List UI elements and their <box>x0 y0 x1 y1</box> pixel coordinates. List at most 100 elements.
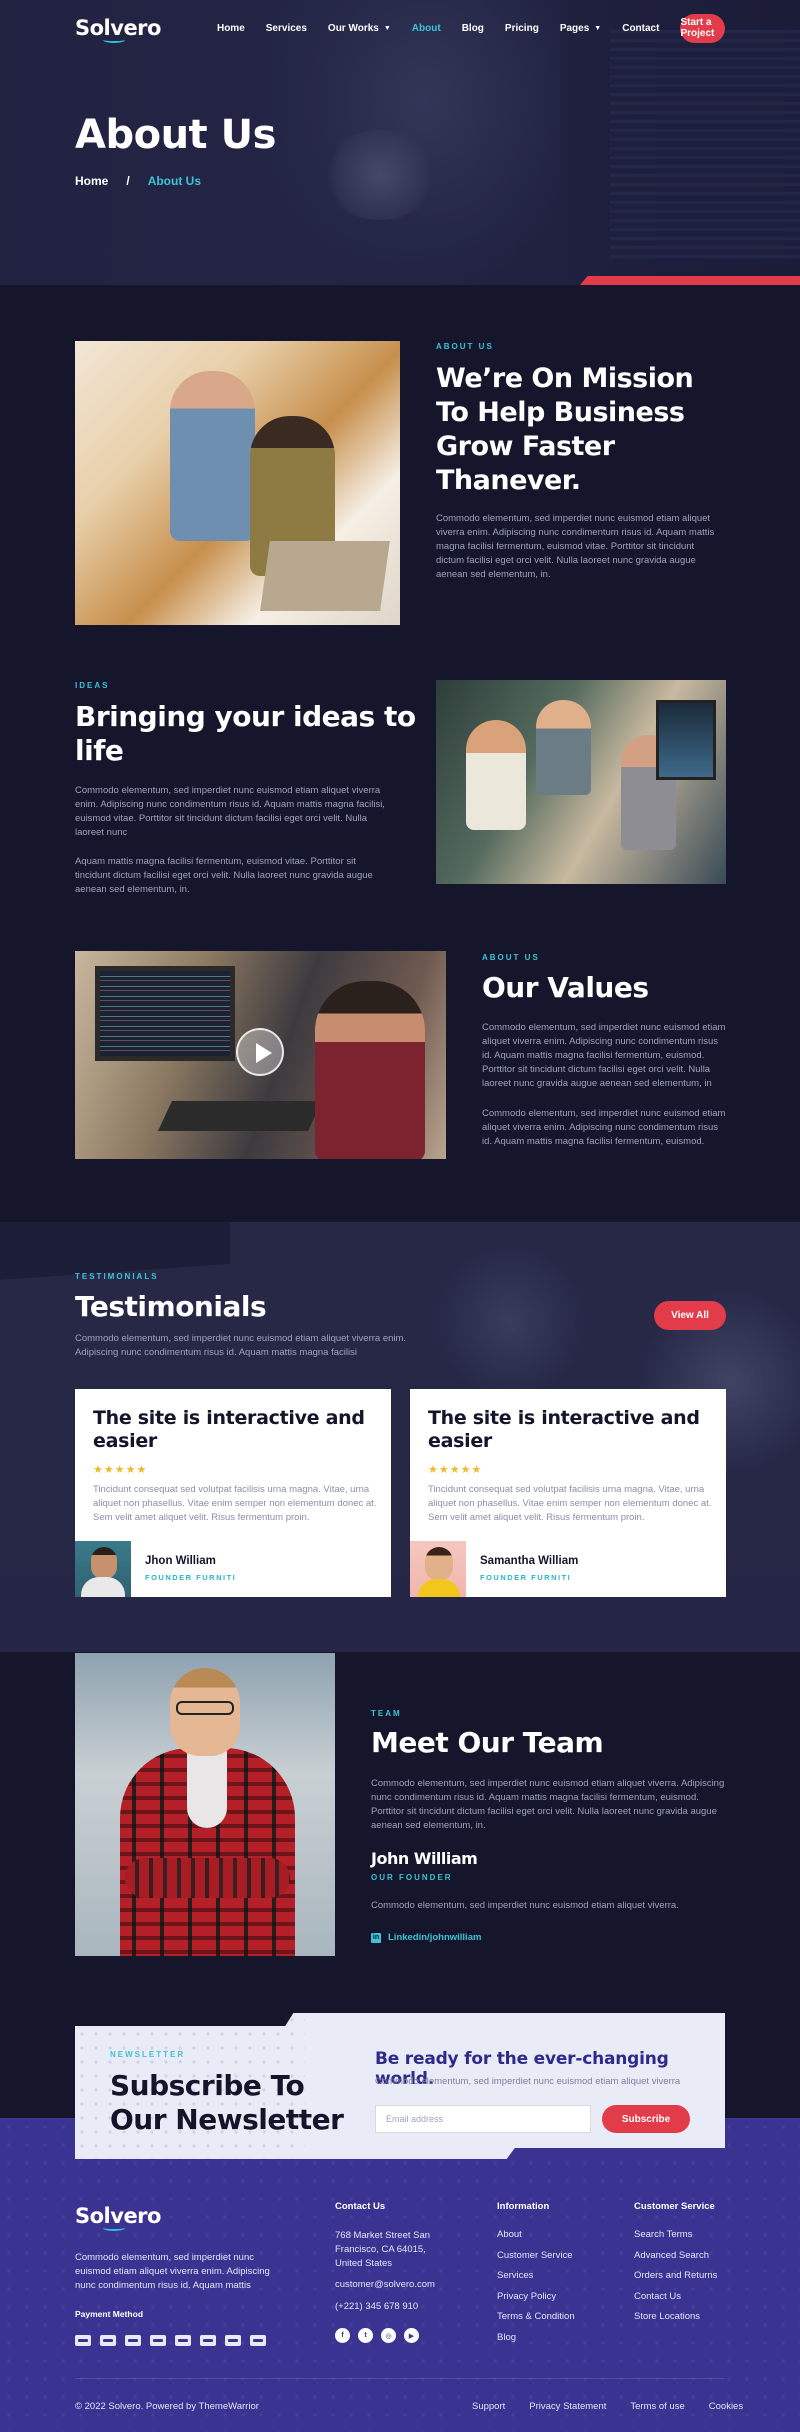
instagram-icon[interactable]: ◎ <box>381 2328 396 2343</box>
footer-link-about[interactable]: About <box>497 2229 575 2240</box>
logo-swoosh-icon <box>103 2225 125 2231</box>
mastercard-icon <box>100 2335 116 2346</box>
youtube-icon[interactable]: ▶ <box>404 2328 419 2343</box>
newsletter-heading: Subscribe To Our Newsletter <box>110 2069 344 2137</box>
photo-person <box>536 700 591 795</box>
email-input[interactable]: Email address <box>375 2105 591 2133</box>
play-icon[interactable] <box>236 1028 284 1076</box>
visa-icon <box>75 2335 91 2346</box>
values-text-1: Commodo elementum, sed imperdiet nunc eu… <box>482 1022 726 1089</box>
main-menu: Home Services Our Works ▼ About Blog Pric… <box>217 23 680 34</box>
mission-heading-line: We’re On Mission <box>436 363 694 394</box>
newsletter-eyebrow: NEWSLETTER <box>110 2050 186 2059</box>
customer-service-links: Search Terms Advanced Search Orders and … <box>634 2229 717 2322</box>
footer-link-customer-service[interactable]: Customer Service <box>497 2250 575 2261</box>
footer-about: Commodo elementum, sed imperdiet nunc eu… <box>75 2252 270 2291</box>
testimonial-role: FOUNDER FURNITI <box>480 1573 572 1582</box>
values-text-2: Commodo elementum, sed imperdiet nunc eu… <box>482 1108 726 1147</box>
testimonial-author: Samantha William <box>480 1555 579 1567</box>
ideas-heading-line: life <box>75 734 124 767</box>
start-project-button[interactable]: Start a Project <box>680 13 725 43</box>
information-links: About Customer Service Services Privacy … <box>497 2229 575 2343</box>
testimonial-author: Jhon William <box>145 1555 216 1567</box>
payment-icons <box>75 2335 275 2346</box>
page: Solvero Home Services Our Works ▼ About B… <box>0 0 800 2432</box>
facebook-icon[interactable]: f <box>335 2328 350 2343</box>
copyright: © 2022 Solvero. Powered by ThemeWarrior <box>75 2401 259 2412</box>
footer-link-services[interactable]: Services <box>497 2270 575 2281</box>
nav-services[interactable]: Services <box>266 23 307 34</box>
ideas-eyebrow: IDEAS <box>75 681 110 690</box>
member-role: OUR FOUNDER <box>371 1873 453 1882</box>
about-eyebrow: ABOUT US <box>436 342 494 351</box>
photo-monitor <box>656 700 716 780</box>
footer-link-store-locations[interactable]: Store Locations <box>634 2311 717 2322</box>
breadcrumb-home[interactable]: Home <box>75 174 108 188</box>
ideas-text-2: Aquam mattis magna facilisi fermentum, e… <box>75 856 373 895</box>
nav-contact[interactable]: Contact <box>622 23 659 34</box>
testimonials-eyebrow: TESTIMONIALS <box>75 1272 159 1281</box>
footer-divider <box>75 2378 725 2379</box>
ideas-heading: Bringing your ideas to life <box>75 700 416 768</box>
mission-heading-line: Grow Faster <box>436 431 615 462</box>
photo-keyboard <box>158 1101 322 1131</box>
linkedin-handle: Linkedin/johnwilliam <box>388 1932 482 1943</box>
jcb-icon <box>225 2335 241 2346</box>
nav-pricing[interactable]: Pricing <box>505 23 539 34</box>
photo-person <box>315 981 425 1159</box>
team-eyebrow: TEAM <box>371 1709 402 1718</box>
logo-swoosh-icon <box>103 37 125 43</box>
newsletter-corner-cut <box>506 2148 726 2160</box>
footer-link-terms[interactable]: Terms & Condition <box>497 2311 575 2322</box>
footer-link-cookies[interactable]: Cookies <box>709 2401 743 2412</box>
footer-link-orders-returns[interactable]: Orders and Returns <box>634 2270 717 2281</box>
values-video-thumbnail[interactable] <box>75 951 446 1159</box>
hero-banner: Solvero Home Services Our Works ▼ About B… <box>0 0 800 285</box>
nav-blog[interactable]: Blog <box>462 23 484 34</box>
subscribe-button[interactable]: Subscribe <box>602 2105 690 2133</box>
footer-link-advanced-search[interactable]: Advanced Search <box>634 2250 717 2261</box>
testimonial-quote: Tincidunt consequat sed volutpat facilis… <box>93 1484 377 1523</box>
newsletter-subtext: Commodo elementum, sed imperdiet nunc eu… <box>375 2076 681 2087</box>
linkedin-link[interactable]: in Linkedin/johnwilliam <box>371 1932 481 1943</box>
nav-home[interactable]: Home <box>217 23 245 34</box>
values-eyebrow: ABOUT US <box>482 953 540 962</box>
breadcrumb-current: About Us <box>147 174 202 188</box>
footer-link-contact-us[interactable]: Contact Us <box>634 2291 717 2302</box>
hero-accent-bar <box>580 276 800 285</box>
footer-link-support[interactable]: Support <box>472 2401 505 2412</box>
nav-about[interactable]: About <box>412 23 441 34</box>
stripe-icon <box>200 2335 216 2346</box>
photo-glasses <box>176 1701 234 1715</box>
breadcrumb-separator: / <box>126 174 130 188</box>
contact-email[interactable]: customer@solvero.com <box>335 2279 435 2290</box>
mission-heading-line: To Help Business <box>436 397 685 428</box>
rating-stars-icon: ★★★★★ <box>93 1464 148 1476</box>
breadcrumb: Home / About Us <box>75 174 201 188</box>
rating-stars-icon: ★★★★★ <box>428 1464 483 1476</box>
footer-link-blog[interactable]: Blog <box>497 2332 575 2343</box>
avatar-face <box>425 1547 453 1581</box>
testimonial-quote: Tincidunt consequat sed volutpat facilis… <box>428 1484 712 1523</box>
photo-arms <box>125 1858 290 1898</box>
contact-address: 768 Market Street San Francisco, CA 6401… <box>335 2230 431 2269</box>
testimonial-title: The site is interactive and easier <box>428 1407 700 1452</box>
photo-monitor <box>95 966 235 1061</box>
view-all-button[interactable]: View All <box>654 1301 726 1330</box>
twitter-icon[interactable]: t <box>358 2328 373 2343</box>
member-bio: Commodo elementum, sed imperdiet nunc eu… <box>371 1900 679 1911</box>
discover-icon <box>175 2335 191 2346</box>
information-title: Information <box>497 2201 550 2212</box>
nav-pages[interactable]: Pages ▼ <box>560 23 601 34</box>
site-logo[interactable]: Solvero <box>75 16 161 43</box>
footer-link-privacy-policy[interactable]: Privacy Policy <box>497 2291 575 2302</box>
avatar <box>410 1541 466 1597</box>
testimonial-role: FOUNDER FURNITI <box>145 1573 237 1582</box>
footer-link-search-terms[interactable]: Search Terms <box>634 2229 717 2240</box>
footer-link-terms-of-use[interactable]: Terms of use <box>630 2401 684 2412</box>
nav-our-works[interactable]: Our Works ▼ <box>328 23 391 34</box>
contact-phone[interactable]: (+221) 345 678 910 <box>335 2301 418 2312</box>
photo-person <box>170 371 255 541</box>
footer-logo[interactable]: Solvero <box>75 2204 161 2231</box>
footer-link-privacy-statement[interactable]: Privacy Statement <box>529 2401 606 2412</box>
